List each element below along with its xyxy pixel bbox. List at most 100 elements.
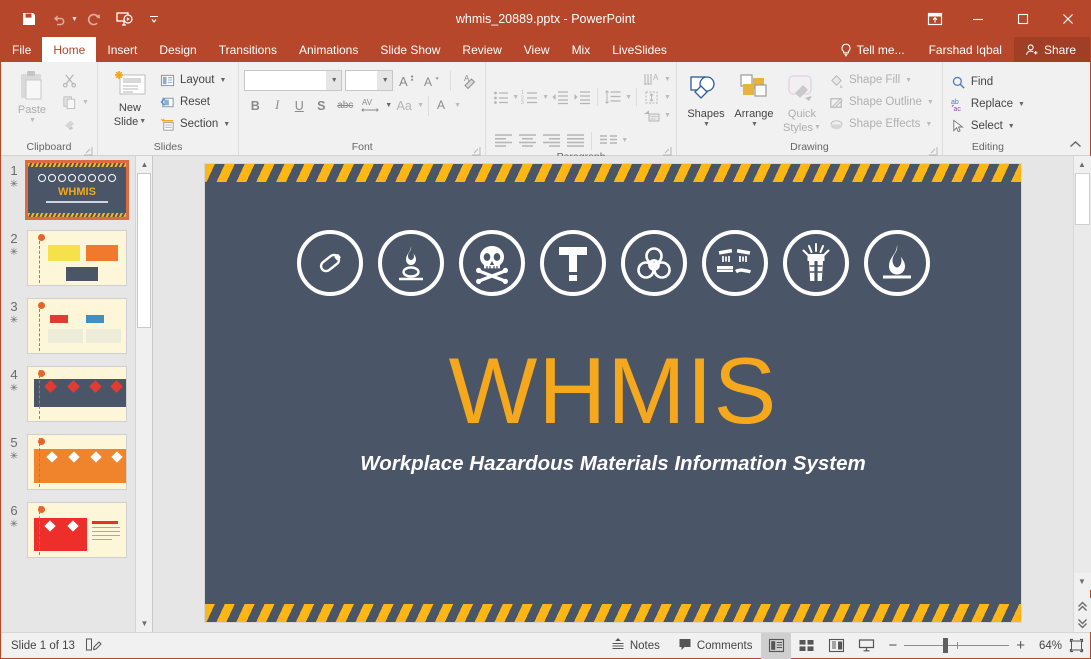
save-button[interactable] xyxy=(15,6,43,32)
decrease-font-size-button[interactable]: A xyxy=(421,70,443,91)
thumbnail-row[interactable]: 1 ✳ xyxy=(1,162,152,230)
fit-slide-to-window-button[interactable] xyxy=(1062,633,1090,659)
bullets-button[interactable] xyxy=(491,87,511,108)
start-presentation-button[interactable] xyxy=(110,6,138,32)
animation-star-icon[interactable]: ✳ xyxy=(10,519,18,531)
numbering-dropdown-icon[interactable]: ▼ xyxy=(542,94,549,101)
animation-star-icon[interactable]: ✳ xyxy=(10,383,18,395)
thumbnail-row[interactable]: 5 ✳ xyxy=(1,434,152,502)
font-color-button[interactable]: A xyxy=(433,95,453,116)
shape-fill-dropdown-icon[interactable]: ▼ xyxy=(905,77,912,84)
character-spacing-dropdown-icon[interactable]: ▼ xyxy=(385,102,392,109)
close-button[interactable] xyxy=(1045,1,1090,37)
change-case-dropdown-icon[interactable]: ▼ xyxy=(417,102,424,109)
clipboard-dialog-launcher[interactable] xyxy=(83,143,93,153)
redo-button[interactable] xyxy=(80,6,108,32)
find-button[interactable]: Find xyxy=(948,71,1028,93)
strikethrough-button[interactable]: abc xyxy=(332,95,358,116)
section-dropdown-icon[interactable]: ▼ xyxy=(223,121,230,128)
animation-star-icon[interactable]: ✳ xyxy=(10,179,18,191)
thumbnail-scroll-down-button[interactable]: ▼ xyxy=(136,615,153,632)
customize-quick-access-toolbar-button[interactable] xyxy=(140,6,168,32)
tab-view[interactable]: View xyxy=(513,37,561,62)
slide-thumbnail-4[interactable] xyxy=(27,366,127,422)
thumbnail-row[interactable]: 4 ✳ xyxy=(1,366,152,434)
change-case-button[interactable]: Aa xyxy=(392,95,416,116)
replace-dropdown-icon[interactable]: ▼ xyxy=(1018,101,1025,108)
align-text-button[interactable] xyxy=(641,88,663,106)
copy-button[interactable]: ▼ xyxy=(58,91,92,113)
minimize-button[interactable] xyxy=(955,1,1000,37)
slide-show-button[interactable] xyxy=(851,633,881,659)
undo-dropdown-icon[interactable]: ▼ xyxy=(71,16,78,23)
tell-me-box[interactable]: Tell me... xyxy=(828,37,917,62)
format-painter-button[interactable] xyxy=(58,113,92,135)
slide-thumbnail-3[interactable] xyxy=(27,298,127,354)
shape-effects-dropdown-icon[interactable]: ▼ xyxy=(925,121,932,128)
copy-dropdown-icon[interactable]: ▼ xyxy=(82,99,89,106)
zoom-in-button[interactable]: + xyxy=(1016,637,1025,654)
font-size-dropdown-icon[interactable]: ▼ xyxy=(377,71,392,90)
previous-slide-button[interactable] xyxy=(1074,598,1091,615)
thumbnail-scroll-up-button[interactable]: ▲ xyxy=(136,156,153,173)
align-left-button[interactable] xyxy=(491,130,515,151)
next-slide-button[interactable] xyxy=(1074,615,1091,632)
undo-button[interactable] xyxy=(45,6,73,32)
columns-button[interactable] xyxy=(596,130,620,151)
shape-outline-dropdown-icon[interactable]: ▼ xyxy=(927,99,934,106)
zoom-out-button[interactable]: − xyxy=(888,637,897,654)
slide-subtitle[interactable]: Workplace Hazardous Materials Informatio… xyxy=(205,452,1021,476)
align-right-button[interactable] xyxy=(539,130,563,151)
zoom-slider[interactable] xyxy=(904,633,1009,659)
text-direction-dropdown-icon[interactable]: ▼ xyxy=(664,76,671,83)
slide-title[interactable]: WHMIS xyxy=(205,344,1021,438)
drawing-dialog-launcher[interactable] xyxy=(928,143,938,153)
shapes-dropdown-icon[interactable]: ▼ xyxy=(703,121,710,128)
share-button[interactable]: Share xyxy=(1014,37,1090,62)
select-dropdown-icon[interactable]: ▼ xyxy=(1008,123,1015,130)
accessibility-notes-icon[interactable] xyxy=(85,637,102,655)
font-name-dropdown-icon[interactable]: ▼ xyxy=(326,71,341,90)
font-name-box[interactable]: ▼ xyxy=(244,70,342,91)
arrange-button[interactable]: Arrange ▼ xyxy=(730,67,778,130)
scrollbar-track[interactable] xyxy=(1074,173,1091,573)
slide-thumbnail-5[interactable] xyxy=(27,434,127,490)
current-slide[interactable]: WHMIS Workplace Hazardous Materials Info… xyxy=(204,163,1022,623)
reading-view-button[interactable] xyxy=(821,633,851,659)
italic-button[interactable]: I xyxy=(266,95,288,116)
numbering-button[interactable]: 123 xyxy=(519,87,541,108)
notes-button[interactable]: Notes xyxy=(602,633,669,659)
shapes-button[interactable]: Shapes ▼ xyxy=(682,67,730,130)
quick-styles-button[interactable]: Quick Styles▼ xyxy=(778,67,826,136)
zoom-level-label[interactable]: 64% xyxy=(1032,640,1062,652)
align-text-dropdown-icon[interactable]: ▼ xyxy=(664,94,671,101)
decrease-indent-button[interactable] xyxy=(549,87,571,108)
thumbnail-row[interactable]: 6 ✳ xyxy=(1,502,152,570)
character-spacing-button[interactable]: AV xyxy=(358,95,384,116)
tab-review[interactable]: Review xyxy=(451,37,512,62)
tab-insert[interactable]: Insert xyxy=(96,37,148,62)
slide-thumbnail-6[interactable] xyxy=(27,502,127,558)
slide-sorter-view-button[interactable] xyxy=(791,633,821,659)
tab-mix[interactable]: Mix xyxy=(561,37,602,62)
tab-transitions[interactable]: Transitions xyxy=(208,37,288,62)
text-direction-button[interactable]: A xyxy=(641,70,663,88)
scroll-up-button[interactable]: ▲ xyxy=(1074,156,1091,173)
text-shadow-button[interactable]: S xyxy=(310,95,332,116)
thumbnail-row[interactable]: 2 ✳ xyxy=(1,230,152,298)
font-size-box[interactable]: ▼ xyxy=(345,70,393,91)
zoom-control[interactable]: − + xyxy=(881,633,1032,659)
shape-outline-button[interactable]: Shape Outline ▼ xyxy=(826,91,937,113)
paste-dropdown-icon[interactable]: ▼ xyxy=(29,117,36,124)
shape-effects-button[interactable]: Shape Effects ▼ xyxy=(826,113,937,135)
font-color-dropdown-icon[interactable]: ▼ xyxy=(454,102,461,109)
thumbnail-row[interactable]: 3 ✳ xyxy=(1,298,152,366)
tab-animations[interactable]: Animations xyxy=(288,37,369,62)
user-account-label[interactable]: Farshad Iqbal xyxy=(917,37,1014,62)
quick-styles-dropdown-icon[interactable]: ▼ xyxy=(814,124,821,131)
maximize-button[interactable] xyxy=(1000,1,1045,37)
tab-slide-show[interactable]: Slide Show xyxy=(369,37,451,62)
slide-thumbnail-1[interactable]: WHMIS xyxy=(27,162,127,218)
select-button[interactable]: Select ▼ xyxy=(948,115,1028,137)
align-center-button[interactable] xyxy=(515,130,539,151)
